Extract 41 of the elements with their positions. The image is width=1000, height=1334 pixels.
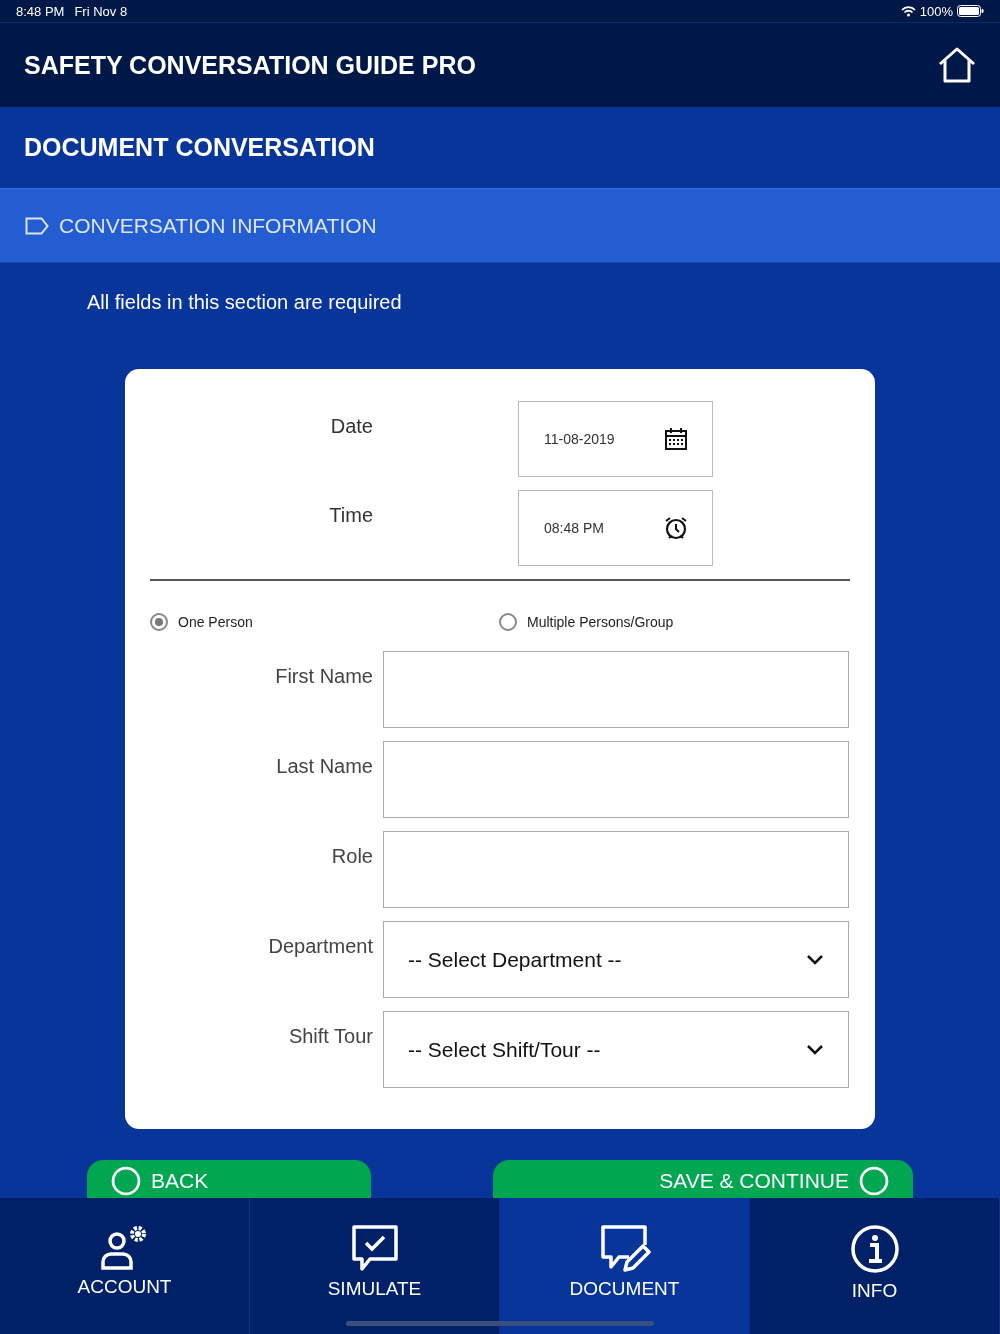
field-label: Department bbox=[267, 934, 373, 959]
required-note: All fields in this section are required bbox=[86, 290, 403, 315]
field-label: Shift Tour bbox=[287, 1024, 373, 1049]
radio-button[interactable] bbox=[499, 613, 517, 631]
home-icon[interactable] bbox=[938, 47, 976, 83]
battery-icon bbox=[957, 5, 984, 17]
circle-icon bbox=[859, 1166, 889, 1196]
field-label: Role bbox=[330, 844, 373, 869]
dropdown[interactable]: -- Select Department -- bbox=[383, 921, 849, 998]
field-label: Date bbox=[329, 414, 373, 439]
dropdown[interactable]: -- Select Shift/Tour -- bbox=[383, 1011, 849, 1088]
battery-percent: 100% bbox=[919, 3, 953, 19]
radio-label[interactable]: One Person bbox=[178, 614, 253, 630]
status-date: Fri Nov 8 bbox=[74, 3, 128, 19]
calendar-icon bbox=[664, 427, 688, 451]
time-field[interactable]: 08:48 PM bbox=[518, 490, 713, 566]
field-label: Last Name bbox=[275, 754, 373, 779]
radio-label[interactable]: Multiple Persons/Group bbox=[527, 614, 674, 630]
input-field[interactable] bbox=[383, 741, 849, 818]
radio-button[interactable] bbox=[150, 613, 168, 631]
info-icon bbox=[849, 1224, 900, 1274]
field-label: Time bbox=[328, 503, 373, 528]
chat-check-icon bbox=[349, 1224, 400, 1272]
section-title: CONVERSATION INFORMATION bbox=[59, 213, 377, 238]
page-title: DOCUMENT CONVERSATION bbox=[24, 133, 375, 162]
tab[interactable]: INFO bbox=[750, 1198, 1000, 1334]
field-label: First Name bbox=[274, 664, 373, 689]
status-time: 8:48 PM bbox=[16, 3, 65, 19]
input-field[interactable] bbox=[383, 831, 849, 908]
date-field[interactable]: 11-08-2019 bbox=[518, 401, 713, 477]
tab[interactable]: ACCOUNT bbox=[0, 1198, 250, 1334]
wifi-icon bbox=[900, 5, 916, 17]
chevron-down-icon bbox=[806, 954, 824, 965]
circle-icon bbox=[111, 1166, 141, 1196]
chat-pencil-icon bbox=[598, 1224, 651, 1272]
input-field[interactable] bbox=[383, 651, 849, 728]
app-title: SAFETY CONVERSATION GUIDE PRO bbox=[24, 50, 476, 80]
tab[interactable]: DOCUMENT bbox=[500, 1198, 750, 1334]
alarm-clock-icon bbox=[664, 516, 688, 540]
tag-icon bbox=[25, 216, 49, 235]
chevron-down-icon bbox=[806, 1044, 824, 1055]
